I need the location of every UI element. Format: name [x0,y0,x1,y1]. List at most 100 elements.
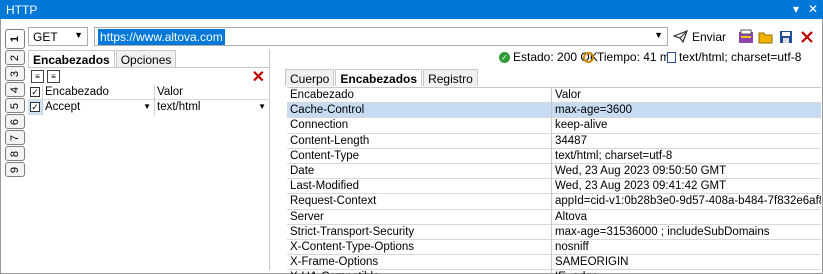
table-row[interactable]: Content-Type text/html; charset=utf-8 [287,148,821,164]
insert-row-icon[interactable]: ≡ [47,70,60,83]
grid-header-row: ✓ Encabezado Valor [28,85,269,100]
header-name: X-UA-Compatible [287,270,551,274]
request-headers-toolbar: ≡ ≡ ✕ [28,67,269,87]
row-enabled-checkbox[interactable]: ✓ [30,102,40,112]
table-row[interactable]: Date Wed, 23 Aug 2023 09:50:50 GMT [287,163,821,180]
tab-response-body[interactable]: Cuerpo [285,69,335,86]
request-tab-9[interactable]: 9 [5,162,25,177]
table-row[interactable]: X-Frame-Options SAMEORIGIN [287,255,821,271]
request-tab-1[interactable]: 1 [5,29,25,49]
header-name: Server [290,210,324,223]
header-name: Cache-Control [290,104,365,117]
open-folder-icon[interactable] [757,28,774,45]
table-row[interactable]: Server Altova [287,209,821,225]
header-value: 34487 [551,133,821,149]
header-name: Request-Context [290,195,377,208]
request-tab-label: 4 [9,86,21,93]
load-request-icon[interactable] [737,28,754,45]
response-tabs: Cuerpo Encabezados Registro [285,69,479,86]
content-type-text: text/html; charset=utf-8 [679,50,802,64]
chevron-down-icon[interactable]: ▼ [654,30,663,40]
header-name: Date [290,164,315,177]
send-label: Enviar [692,29,727,44]
tab-response-log[interactable]: Registro [423,69,478,86]
header-name: X-Content-Type-Options [290,240,415,253]
request-tab-label: 2 [9,54,21,61]
clock-icon [583,51,594,63]
column-header-value: Valor [551,88,821,103]
response-pane: Cuerpo Encabezados Registro ✓ Estado: 20… [285,49,822,274]
request-tab-7[interactable]: 7 [5,130,25,145]
response-headers-grid: Encabezado Valor Cache-Control max-age=36… [287,87,821,274]
title-bar: HTTP ▾ ✕ [0,0,823,19]
close-window-icon[interactable]: ✕ [808,2,818,16]
request-tabs: Encabezados Opciones [28,50,177,67]
send-button[interactable]: Enviar [673,27,731,46]
column-header-value: Valor [154,85,269,100]
table-row[interactable]: X-Content-Type-Options nosniff [287,239,821,256]
header-value: Altova [551,209,821,225]
request-tab-label: 8 [9,150,21,157]
header-value: max-age=3600 [551,103,821,119]
header-name: Last-Modified [290,180,360,193]
document-icon [667,51,676,63]
check-circle-icon: ✓ [499,51,510,63]
tab-request-headers[interactable]: Encabezados [28,50,115,67]
header-name: Content-Type [290,149,360,162]
window-title: HTTP [6,3,38,17]
url-input[interactable]: https://www.altova.com ▼ [94,27,668,46]
request-tab-label: 5 [9,102,21,109]
request-tab-label: 9 [9,166,21,173]
header-value-cell[interactable]: text/html ▼ [154,100,269,115]
delete-icon[interactable]: ✕ [252,67,265,87]
table-row[interactable]: ✓ Accept ▼ text/html ▼ [28,100,269,115]
request-tab-6[interactable]: 6 [5,114,25,129]
table-row[interactable]: Last-Modified Wed, 23 Aug 2023 09:41:42 G… [287,179,821,195]
request-tab-label: 6 [9,118,21,125]
chevron-down-icon: ▼ [74,30,83,40]
method-value: GET [33,30,58,44]
request-tab-label: 3 [9,70,21,77]
request-pane: Encabezados Opciones ≡ ≡ ✕ ✓ Encabezado … [28,49,270,270]
request-headers-grid: ✓ Encabezado Valor ✓ Accept ▼ text/html … [28,85,269,115]
http-window: 1 2 3 4 5 6 7 8 9 GET ▼ https://www.alto… [0,19,823,274]
header-value: Wed, 23 Aug 2023 09:41:42 GMT [551,179,821,195]
tab-response-headers[interactable]: Encabezados [335,69,423,86]
header-value: max-age=31536000 ; includeSubDomains [551,224,821,240]
time-text: Tiempo: 41 ms [597,50,676,64]
header-value: appId=cid-v1:0b28b3e0-9d57-408a-b484-7f8… [551,194,821,210]
chevron-down-icon[interactable]: ▼ [258,100,266,114]
select-all-checkbox[interactable]: ✓ [30,87,40,97]
table-row[interactable]: Request-Context appId=cid-v1:0b28b3e0-9d5… [287,194,821,210]
header-name: Connection [290,119,349,132]
pin-dropdown-icon[interactable]: ▾ [793,2,799,16]
table-row[interactable]: Connection keep-alive [287,118,821,134]
save-icon[interactable] [777,28,794,45]
method-select[interactable]: GET ▼ [28,27,88,46]
header-value: IE=edge [551,270,821,274]
add-row-icon[interactable]: ≡ [31,70,44,83]
request-tab-5[interactable]: 5 [5,98,25,113]
header-value: nosniff [551,239,821,255]
content-type-indicator: text/html; charset=utf-8 [667,50,801,64]
table-row[interactable]: Cache-Control max-age=3600 [287,103,821,119]
grid-header-row: Encabezado Valor [287,88,821,104]
table-row[interactable]: X-UA-CompatibleIE=edge [287,270,821,274]
header-value: keep-alive [551,118,821,134]
table-row[interactable]: Content-Length 34487 [287,133,821,149]
tab-request-options[interactable]: Opciones [115,50,177,67]
table-row[interactable]: Strict-Transport-Security max-age=3153600… [287,224,821,240]
header-name: Strict-Transport-Security [290,225,415,238]
request-tab-8[interactable]: 8 [5,146,25,161]
send-icon [673,30,688,43]
header-value: SAMEORIGIN [551,255,821,271]
request-tab-3[interactable]: 3 [5,66,25,81]
url-value: https://www.altova.com [98,29,225,45]
chevron-down-icon[interactable]: ▼ [143,100,151,114]
header-value: text/html; charset=utf-8 [551,148,821,164]
request-tab-4[interactable]: 4 [5,82,25,97]
header-name-cell[interactable]: Accept ▼ [42,100,154,115]
request-tab-2[interactable]: 2 [5,50,25,65]
header-value: text/html [157,101,201,113]
close-icon[interactable] [798,28,815,45]
